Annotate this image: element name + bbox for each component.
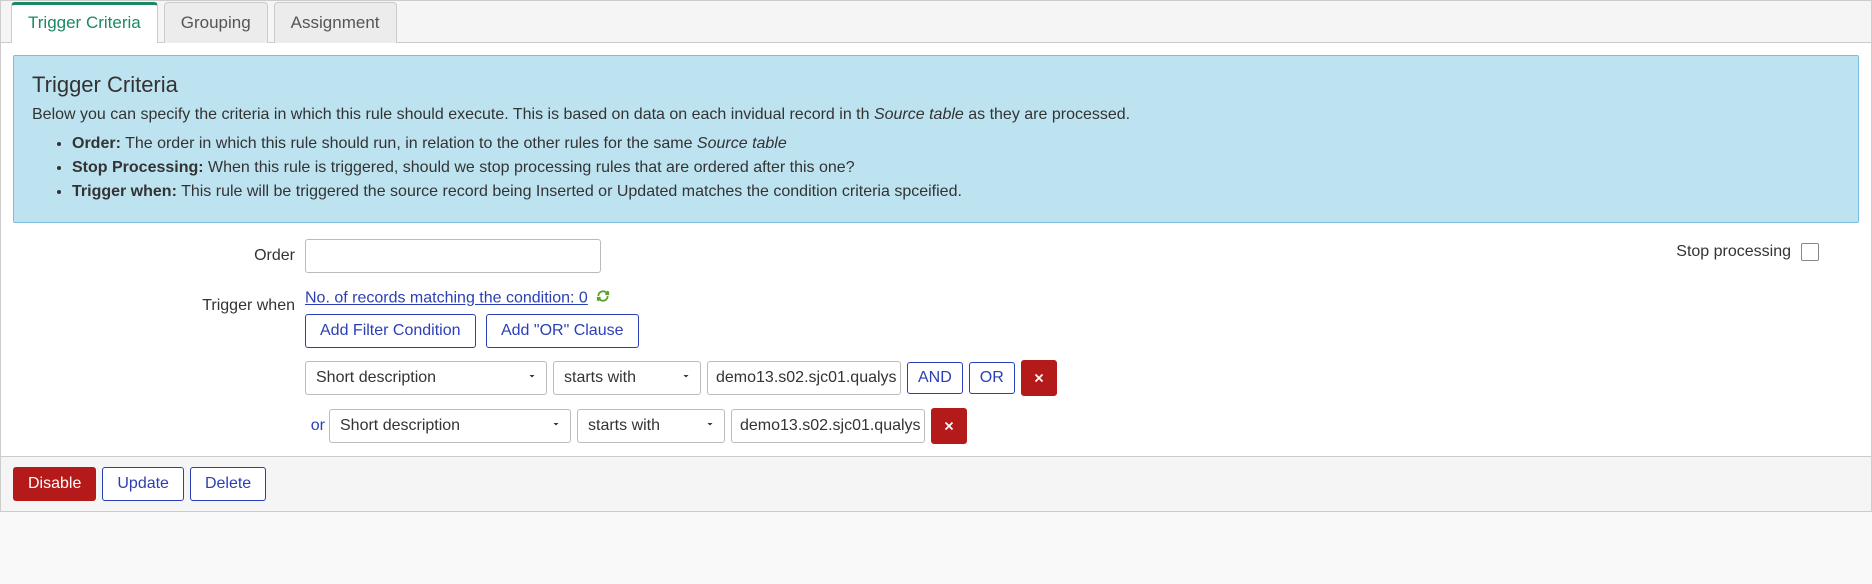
info-title: Trigger Criteria (32, 72, 1840, 98)
info-bullet-label: Order: (72, 135, 121, 152)
condition-row: Short description starts with demo13.s02… (305, 360, 1859, 396)
stop-processing-checkbox[interactable] (1801, 243, 1819, 261)
order-label: Order (25, 239, 305, 265)
info-bullet-stop: Stop Processing: When this rule is trigg… (72, 156, 1840, 180)
info-intro-pre: Below you can specify the criteria in wh… (32, 106, 874, 123)
condition-value-text: demo13.s02.sjc01.qualys (716, 369, 897, 387)
chevron-down-icon (550, 417, 562, 435)
condition-operator-value: starts with (564, 369, 636, 387)
delete-button[interactable]: Delete (190, 467, 266, 501)
condition-field-select[interactable]: Short description (329, 409, 571, 443)
info-intro: Below you can specify the criteria in wh… (32, 106, 1840, 124)
info-bullet-trigger: Trigger when: This rule will be triggere… (72, 180, 1840, 204)
condition-remove-button[interactable] (1021, 360, 1057, 396)
disable-button[interactable]: Disable (13, 467, 96, 501)
condition-and-button[interactable]: AND (907, 362, 963, 394)
info-bullet-label: Stop Processing: (72, 159, 204, 176)
order-input[interactable] (305, 239, 601, 273)
chevron-down-icon (680, 369, 692, 387)
condition-operator-value: starts with (588, 417, 660, 435)
condition-or-label: or (305, 417, 325, 435)
records-matching-link[interactable]: No. of records matching the condition: 0 (305, 290, 588, 307)
chevron-down-icon (704, 417, 716, 435)
tab-grouping[interactable]: Grouping (164, 2, 268, 43)
condition-value-input[interactable]: demo13.s02.sjc01.qualys (731, 409, 925, 443)
tab-trigger-criteria[interactable]: Trigger Criteria (11, 2, 158, 43)
condition-value-input[interactable]: demo13.s02.sjc01.qualys (707, 361, 901, 395)
refresh-icon[interactable] (596, 289, 610, 308)
update-button[interactable]: Update (102, 467, 184, 501)
condition-value-text: demo13.s02.sjc01.qualys (740, 417, 921, 435)
condition-operator-select[interactable]: starts with (553, 361, 701, 395)
info-intro-post: as they are processed. (964, 106, 1130, 123)
footer-actions: Disable Update Delete (1, 456, 1871, 511)
info-bullet-order: Order: The order in which this rule shou… (72, 132, 1840, 156)
stop-processing-label: Stop processing (1676, 243, 1791, 261)
info-bullet-text: This rule will be triggered the source r… (177, 183, 962, 200)
tabs-bar: Trigger Criteria Grouping Assignment (1, 1, 1871, 43)
tab-assignment[interactable]: Assignment (274, 2, 397, 43)
condition-operator-select[interactable]: starts with (577, 409, 725, 443)
condition-field-select[interactable]: Short description (305, 361, 547, 395)
info-bullet-text: When this rule is triggered, should we s… (204, 159, 855, 176)
condition-row: or Short description starts with (305, 408, 1859, 444)
info-bullets: Order: The order in which this rule shou… (32, 132, 1840, 204)
condition-field-value: Short description (316, 369, 436, 387)
info-bullet-label: Trigger when: (72, 183, 177, 200)
info-panel: Trigger Criteria Below you can specify t… (13, 55, 1859, 223)
close-icon (1032, 371, 1046, 385)
close-icon (942, 419, 956, 433)
chevron-down-icon (526, 369, 538, 387)
condition-remove-button[interactable] (931, 408, 967, 444)
info-bullet-text: The order in which this rule should run,… (121, 135, 697, 152)
condition-or-button[interactable]: OR (969, 362, 1015, 394)
add-filter-condition-button[interactable]: Add Filter Condition (305, 314, 476, 348)
info-intro-em: Source table (874, 106, 964, 123)
condition-field-value: Short description (340, 417, 460, 435)
trigger-when-label: Trigger when (25, 289, 305, 315)
info-bullet-em: Source table (697, 135, 787, 152)
add-or-clause-button[interactable]: Add "OR" Clause (486, 314, 639, 348)
